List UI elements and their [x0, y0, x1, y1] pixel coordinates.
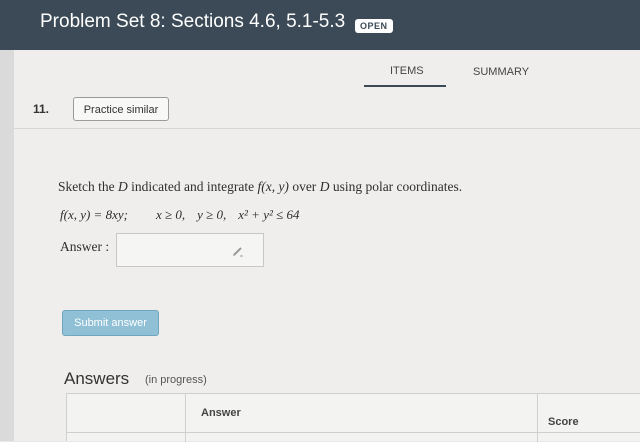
prompt-function: f(x, y)	[257, 179, 289, 194]
question-formula: f(x, y) = 8xy; x ≥ 0, y ≥ 0, x² + y² ≤ 64	[60, 207, 300, 223]
answers-table: Answer Score	[66, 393, 640, 442]
tab-summary[interactable]: SUMMARY	[473, 66, 529, 78]
answers-status: (in progress)	[145, 374, 207, 386]
active-tab-indicator	[364, 85, 446, 87]
table-column-separator	[537, 394, 538, 442]
question-prompt: Sketch the D indicated and integrate f(x…	[58, 179, 462, 195]
prompt-region-d: D	[118, 179, 128, 194]
table-column-separator	[185, 394, 186, 442]
answer-label: Answer :	[60, 239, 110, 254]
prompt-region-d-2: D	[319, 179, 330, 194]
column-header-answer: Answer	[201, 407, 241, 419]
prompt-text-1: Sketch the	[58, 179, 118, 194]
left-sidebar-strip	[0, 50, 14, 441]
prompt-text-3: over	[288, 179, 320, 194]
prompt-text-4: using polar coordinates.	[329, 179, 463, 194]
assignment-title: Problem Set 8: Sections 4.6, 5.1-5.3	[40, 11, 346, 32]
function-definition: f(x, y) = 8xy;	[60, 207, 128, 222]
question-number: 11.	[33, 102, 50, 116]
column-header-score: Score	[548, 416, 579, 428]
submit-answer-button[interactable]: Submit answer	[62, 310, 159, 336]
table-row-line	[67, 432, 640, 433]
constraint-y: y ≥ 0,	[197, 207, 227, 222]
answers-heading: Answers	[64, 369, 130, 388]
constraint-x: x ≥ 0,	[155, 207, 186, 222]
assignment-header: Problem Set 8: Sections 4.6, 5.1-5.3 OPE…	[0, 0, 640, 50]
tab-items[interactable]: ITEMS	[390, 65, 424, 77]
pencil-icon[interactable]	[231, 244, 245, 258]
prompt-text-2: indicated and integrate	[127, 179, 258, 194]
practice-similar-button[interactable]: Practice similar	[73, 97, 169, 121]
answer-input[interactable]	[116, 233, 264, 267]
open-status-badge: OPEN	[355, 19, 393, 33]
section-divider	[14, 128, 640, 129]
constraint-circle: x² + y² ≤ 64	[238, 207, 300, 222]
